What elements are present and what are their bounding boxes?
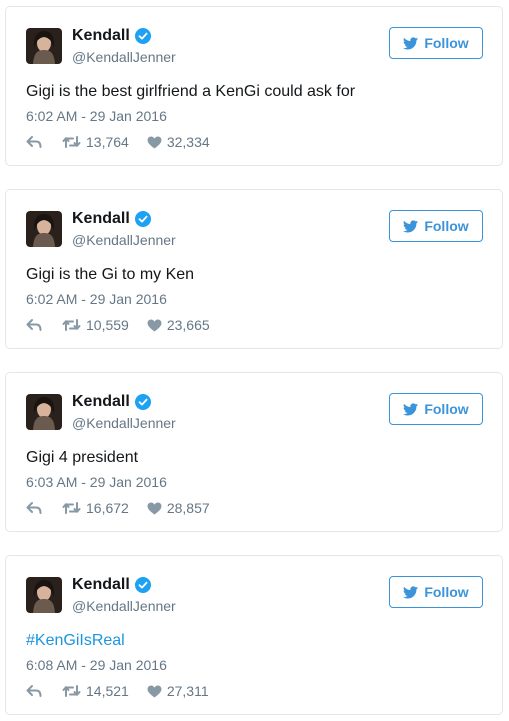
verified-badge-icon xyxy=(134,211,151,227)
follow-button[interactable]: Follow xyxy=(389,393,483,425)
verified-badge-icon xyxy=(134,28,151,44)
twitter-bird-icon xyxy=(403,585,424,599)
twitter-bird-icon xyxy=(403,219,424,233)
retweet-count: 14,521 xyxy=(86,683,129,699)
follow-button[interactable]: Follow xyxy=(389,27,483,59)
display-name[interactable]: Kendall xyxy=(72,576,130,594)
display-name[interactable]: Kendall xyxy=(72,27,130,45)
reply-button[interactable] xyxy=(26,318,42,332)
tweet-actions: 10,559 23,665 xyxy=(26,317,210,333)
like-count: 27,311 xyxy=(166,683,209,699)
retweet-button[interactable]: 10,559 xyxy=(62,317,129,333)
twitter-bird-icon xyxy=(403,402,424,416)
avatar[interactable] xyxy=(26,211,62,247)
avatar[interactable] xyxy=(26,394,62,430)
retweet-button[interactable]: 14,521 xyxy=(62,683,129,699)
name-row: Kendall xyxy=(72,210,151,228)
reply-button[interactable] xyxy=(26,684,42,698)
tweet-text: Gigi is the best girlfriend a KenGi coul… xyxy=(26,83,356,100)
like-button[interactable]: 23,665 xyxy=(147,317,210,333)
like-count: 28,857 xyxy=(166,500,210,516)
reply-icon xyxy=(26,135,42,149)
verified-badge-icon xyxy=(134,394,151,410)
tweet-text: Gigi is the Gi to my Ken xyxy=(26,266,195,283)
retweet-button[interactable]: 16,672 xyxy=(62,500,129,516)
tweet-card[interactable]: Kendall @KendallJenner Follow #KenGiIsRe… xyxy=(5,555,503,715)
tweet-card[interactable]: Kendall @KendallJenner Follow Gigi is th… xyxy=(5,6,503,166)
name-row: Kendall xyxy=(72,576,151,594)
follow-label: Follow xyxy=(424,218,469,234)
tweet-card[interactable]: Kendall @KendallJenner Follow Gigi 4 pre… xyxy=(5,372,503,532)
tweet-actions: 13,764 32,334 xyxy=(26,134,210,150)
retweet-button[interactable]: 13,764 xyxy=(62,134,129,150)
retweet-count: 16,672 xyxy=(86,500,129,516)
tweet-actions: 16,672 28,857 xyxy=(26,500,210,516)
heart-icon xyxy=(147,685,162,698)
retweet-icon xyxy=(62,501,81,515)
username[interactable]: @KendallJenner xyxy=(72,415,176,431)
username[interactable]: @KendallJenner xyxy=(72,598,176,614)
retweet-icon xyxy=(62,684,81,698)
heart-icon xyxy=(147,502,162,515)
follow-button[interactable]: Follow xyxy=(389,210,483,242)
like-button[interactable]: 27,311 xyxy=(147,683,209,699)
hashtag-link[interactable]: #KenGiIsReal xyxy=(26,632,125,650)
tweet-card[interactable]: Kendall @KendallJenner Follow Gigi is th… xyxy=(5,189,503,349)
like-count: 32,334 xyxy=(166,134,210,150)
name-row: Kendall xyxy=(72,393,151,411)
display-name[interactable]: Kendall xyxy=(72,393,130,411)
tweet-actions: 14,521 27,311 xyxy=(26,683,209,699)
retweet-icon xyxy=(62,318,81,332)
reply-button[interactable] xyxy=(26,501,42,515)
like-button[interactable]: 32,334 xyxy=(147,134,210,150)
follow-label: Follow xyxy=(424,35,469,51)
tweet-timestamp[interactable]: 6:03 AM - 29 Jan 2016 xyxy=(26,474,167,490)
tweet-timestamp[interactable]: 6:02 AM - 29 Jan 2016 xyxy=(26,108,167,124)
name-row: Kendall xyxy=(72,27,151,45)
like-count: 23,665 xyxy=(166,317,210,333)
follow-label: Follow xyxy=(424,401,469,417)
avatar[interactable] xyxy=(26,28,62,64)
tweet-timestamp[interactable]: 6:02 AM - 29 Jan 2016 xyxy=(26,291,167,307)
like-button[interactable]: 28,857 xyxy=(147,500,210,516)
display-name[interactable]: Kendall xyxy=(72,210,130,228)
follow-label: Follow xyxy=(424,584,469,600)
verified-badge-icon xyxy=(134,577,151,593)
heart-icon xyxy=(147,319,162,332)
retweet-icon xyxy=(62,135,81,149)
avatar[interactable] xyxy=(26,577,62,613)
twitter-bird-icon xyxy=(403,36,424,50)
tweet-timestamp[interactable]: 6:08 AM - 29 Jan 2016 xyxy=(26,657,167,673)
reply-icon xyxy=(26,318,42,332)
username[interactable]: @KendallJenner xyxy=(72,232,176,248)
reply-icon xyxy=(26,684,42,698)
username[interactable]: @KendallJenner xyxy=(72,49,176,65)
follow-button[interactable]: Follow xyxy=(389,576,483,608)
reply-button[interactable] xyxy=(26,135,42,149)
retweet-count: 10,559 xyxy=(86,317,129,333)
retweet-count: 13,764 xyxy=(86,134,129,150)
tweet-text: Gigi 4 president xyxy=(26,449,139,466)
heart-icon xyxy=(147,136,162,149)
reply-icon xyxy=(26,501,42,515)
